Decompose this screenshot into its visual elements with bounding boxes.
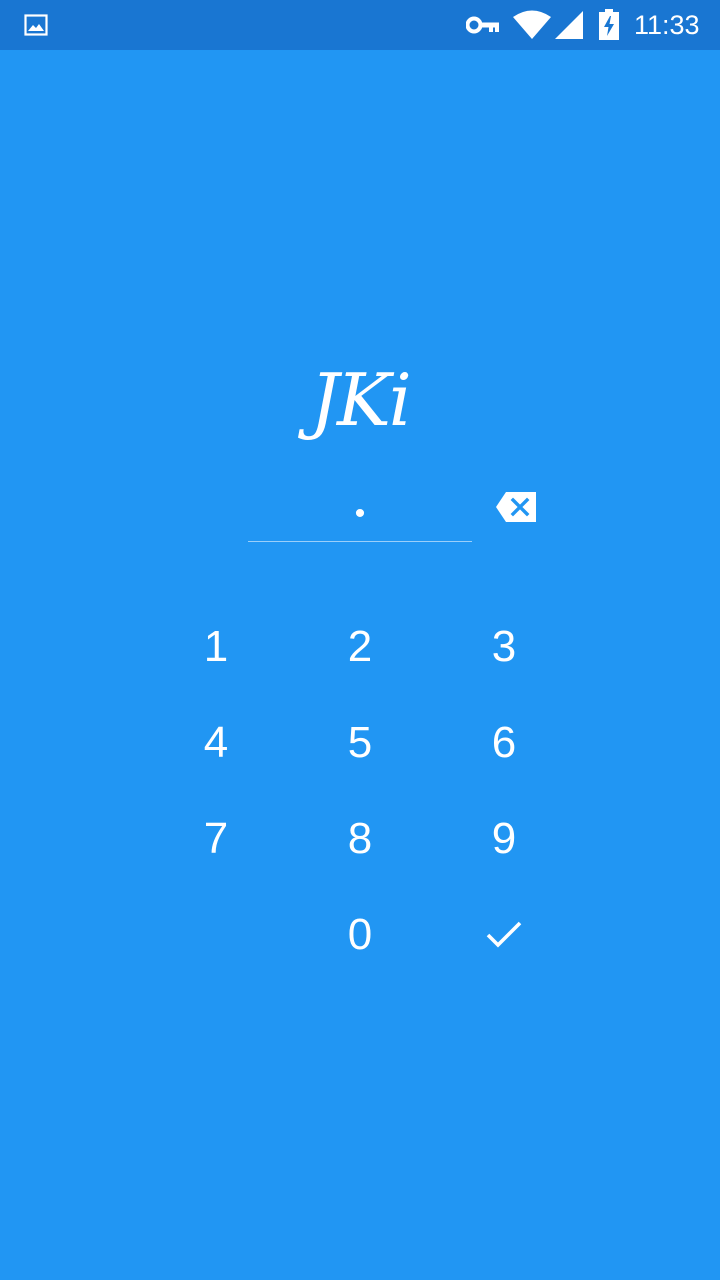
check-icon xyxy=(486,921,522,948)
key-5[interactable]: 5 xyxy=(300,703,420,783)
pin-input[interactable]: • xyxy=(248,486,472,542)
key-1[interactable]: 1 xyxy=(156,607,276,687)
wifi-icon xyxy=(513,10,551,39)
key-6[interactable]: 6 xyxy=(444,703,564,783)
backspace-icon[interactable] xyxy=(494,490,538,524)
battery-charging-icon xyxy=(599,9,619,40)
confirm-button[interactable] xyxy=(444,895,564,975)
app-logo: JKi xyxy=(310,358,412,442)
key-0[interactable]: 0 xyxy=(300,895,420,975)
key-2[interactable]: 2 xyxy=(300,607,420,687)
status-bar: 11:33 xyxy=(0,0,720,50)
key-9[interactable]: 9 xyxy=(444,799,564,879)
clock: 11:33 xyxy=(634,10,700,40)
key-3[interactable]: 3 xyxy=(444,607,564,687)
gallery-icon xyxy=(24,14,48,36)
key-4[interactable]: 4 xyxy=(156,703,276,783)
key-7[interactable]: 7 xyxy=(156,799,276,879)
cell-signal-icon xyxy=(555,11,583,39)
vpn-key-icon xyxy=(466,16,499,34)
key-8[interactable]: 8 xyxy=(300,799,420,879)
